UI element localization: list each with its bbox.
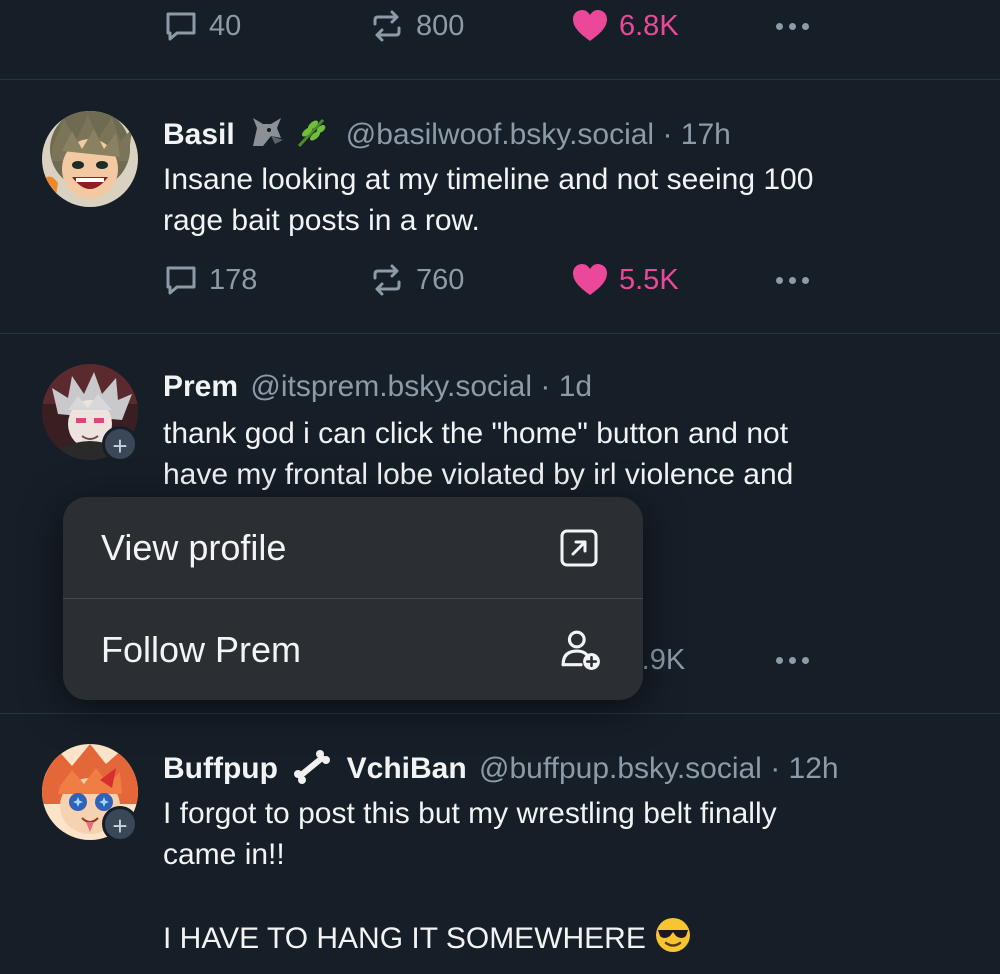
repost-icon [373, 10, 401, 42]
sunglasses-face-icon [656, 918, 691, 952]
wolf-icon [253, 118, 284, 146]
heart-filled-icon [573, 10, 607, 41]
post-time[interactable]: 17h [681, 118, 731, 151]
post-top-partial: 40 800 6.8K [0, 0, 1000, 80]
post-text-line: have my frontal lobe violated by irl vio… [163, 458, 794, 491]
external-link-icon [560, 529, 598, 567]
post-text: Insane looking at my timeline and not se… [163, 159, 953, 241]
user-handle[interactable]: @itsprem.bsky.social [250, 370, 532, 403]
post-text-line: I forgot to post this but my wrestling b… [163, 797, 777, 830]
post-actions: 178 760 5.5K [0, 260, 1000, 300]
post-text-line: came in!! [163, 838, 285, 871]
display-name[interactable]: Basil [163, 118, 235, 151]
post-text: I forgot to post this but my wrestling b… [163, 793, 953, 959]
avatar[interactable] [42, 111, 138, 207]
display-name[interactable]: Prem [163, 370, 238, 403]
menu-item-view-profile[interactable]: View profile [63, 497, 643, 598]
repost-button[interactable]: 800 [368, 6, 464, 46]
display-name-suffix[interactable]: VchiBan [347, 752, 467, 785]
more-options-button[interactable] [776, 6, 809, 46]
post-time[interactable]: 12h [789, 752, 839, 785]
user-handle[interactable]: @buffpup.bsky.social [479, 752, 762, 785]
post-text: thank god i can click the "home" button … [163, 413, 953, 495]
heart-filled-icon [573, 264, 607, 295]
reply-icon [166, 12, 196, 41]
bone-icon [294, 750, 331, 784]
separator-dot: · [540, 370, 551, 403]
post-text-line: I HAVE TO HANG IT SOMEWHERE [163, 922, 646, 955]
repost-icon [373, 264, 401, 296]
post-time[interactable]: 1d [559, 370, 592, 403]
post-text-line: rage bait posts in a row. [163, 204, 480, 237]
like-count: 6.8K [619, 9, 679, 42]
more-options-button[interactable] [776, 260, 809, 300]
repost-count: 760 [416, 263, 465, 296]
user-handle[interactable]: @basilwoof.bsky.social [346, 118, 654, 151]
herb-icon [298, 118, 326, 148]
reply-button[interactable]: 178 [163, 260, 257, 300]
post-actions: 40 800 6.8K [0, 6, 1000, 46]
post-text-line: thank god i can click the "home" button … [163, 417, 789, 450]
reply-count: 178 [209, 263, 258, 296]
post-text-line-blank [163, 875, 953, 916]
separator-dot: · [662, 118, 673, 151]
like-button[interactable]: 6.8K [571, 6, 679, 46]
menu-item-follow[interactable]: Follow Prem [63, 599, 643, 700]
like-count: 5.5K [619, 263, 679, 296]
post-text-line: Insane looking at my timeline and not se… [163, 163, 814, 196]
repost-button[interactable]: 760 [368, 260, 464, 300]
like-button[interactable]: 5.5K [571, 260, 679, 300]
display-name[interactable]: Buffpup [163, 752, 278, 785]
person-add-icon [561, 630, 600, 670]
avatar-image [42, 111, 138, 207]
post-header: Basil @basilwoof.bsky.social · 17h [163, 116, 731, 152]
avatar-context-menu: View profile Follow Prem [63, 497, 643, 700]
follow-plus-button[interactable]: + [102, 426, 138, 462]
post-text-line-with-emoji: I HAVE TO HANG IT SOMEWHERE [163, 916, 953, 959]
menu-item-label: View profile [101, 526, 287, 568]
follow-plus-button[interactable]: + [102, 806, 138, 842]
separator-dot: · [770, 752, 781, 785]
post-basil[interactable]: Basil @basilwoof.bsky.social · 17h Insan… [0, 80, 1000, 334]
post-buffpup[interactable]: + Buffpup VchiBan @buffpup.bsky.social ·… [0, 714, 1000, 974]
post-header: Buffpup VchiBan @buffpup.bsky.social · 1… [163, 750, 839, 786]
menu-item-label: Follow Prem [101, 628, 302, 670]
reply-button[interactable]: 40 [163, 6, 241, 46]
post-header: Prem @itsprem.bsky.social · 1d [163, 370, 592, 404]
more-options-button[interactable] [776, 640, 809, 680]
reply-count: 40 [209, 9, 242, 42]
reply-icon [166, 266, 196, 295]
repost-count: 800 [416, 9, 465, 42]
